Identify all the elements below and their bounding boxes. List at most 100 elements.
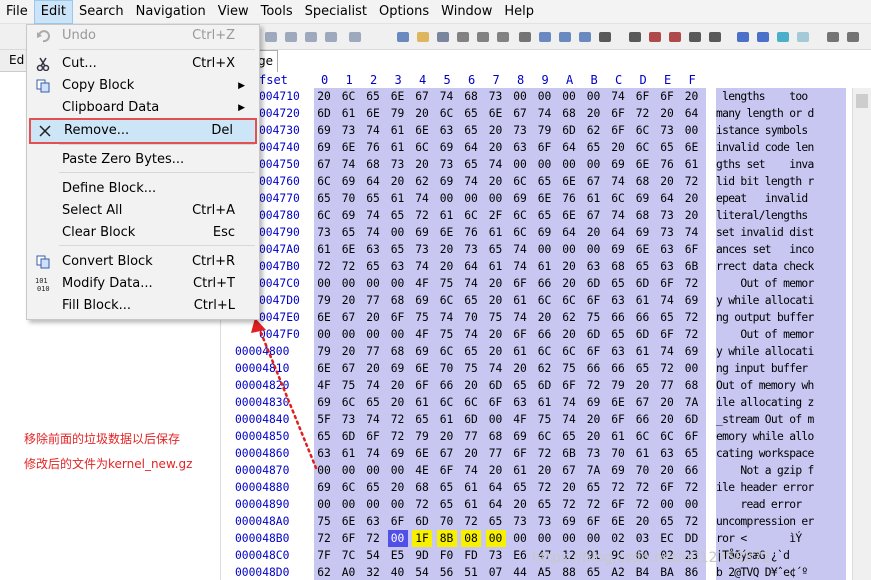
hex-byte[interactable]: 20 (314, 88, 334, 105)
hex-byte[interactable]: 65 (559, 428, 579, 445)
hex-byte[interactable]: 77 (657, 377, 677, 394)
hex-byte[interactable]: 75 (461, 360, 481, 377)
hex-byte[interactable]: 6D (314, 105, 334, 122)
menu-specialist[interactable]: Specialist (299, 0, 373, 24)
hex-byte[interactable]: 63 (584, 258, 604, 275)
hex-byte[interactable]: 66 (437, 377, 457, 394)
hex-byte[interactable]: 20 (363, 309, 383, 326)
hex-byte[interactable]: 61 (633, 343, 653, 360)
hex-byte[interactable]: 00 (535, 530, 555, 547)
hex-byte[interactable]: 69 (682, 292, 702, 309)
hex-byte[interactable]: 65 (363, 88, 383, 105)
hex-byte[interactable]: 6C (657, 428, 677, 445)
hex-byte[interactable]: 73 (412, 241, 432, 258)
hex-byte[interactable]: E5 (388, 547, 408, 564)
hex-byte[interactable]: 00 (387, 530, 408, 547)
hex-byte[interactable]: 6F (584, 292, 604, 309)
hex-byte[interactable]: 74 (559, 394, 579, 411)
hex-byte[interactable]: 63 (657, 241, 677, 258)
hex-byte[interactable]: 40 (388, 564, 408, 580)
hex-bytes[interactable]: 69 6C 65 20 61 6C 6C 6F 63 61 74 69 6E 67 20 7A (314, 394, 706, 411)
hex-byte[interactable]: 6C (314, 207, 334, 224)
menu-navigation[interactable]: Navigation (130, 0, 212, 24)
hex-byte[interactable]: 00 (339, 275, 359, 292)
hex-byte[interactable]: 61 (388, 139, 408, 156)
hex-byte[interactable]: 74 (363, 445, 383, 462)
ascii-text[interactable]: rrect data check (716, 258, 846, 275)
hex-byte[interactable]: 6C (633, 139, 653, 156)
hex-byte[interactable]: 65 (510, 479, 530, 496)
hex-byte[interactable]: 6F (412, 377, 432, 394)
hex-byte[interactable]: BA (657, 564, 677, 580)
hex-byte[interactable]: 88 (559, 564, 579, 580)
menu-item-select-all[interactable]: Select All Ctrl+A (29, 200, 257, 222)
hex-byte[interactable]: 72 (535, 479, 555, 496)
hex-byte[interactable]: 6F (608, 105, 628, 122)
hex-byte[interactable]: 69 (608, 156, 628, 173)
hex-byte[interactable]: 20 (559, 479, 579, 496)
hex-byte[interactable]: 72 (388, 428, 408, 445)
hex-byte[interactable]: 72 (559, 496, 579, 513)
hex-byte[interactable]: 6E (682, 139, 702, 156)
hex-byte[interactable]: 65 (461, 156, 481, 173)
hex-bytes[interactable]: 6C 69 74 65 72 61 6C 2F 6C 65 6E 67 74 68 73 20 (314, 207, 706, 224)
hex-byte[interactable]: 69 (633, 224, 653, 241)
ascii-text[interactable]: Not a gzip f (716, 462, 846, 479)
hex-byte[interactable]: 69 (314, 479, 334, 496)
hex-byte[interactable]: 20 (510, 360, 530, 377)
hex-byte[interactable]: 76 (461, 224, 481, 241)
menu-item-fill-block[interactable]: Fill Block... Ctrl+L (29, 295, 257, 317)
hex-byte[interactable]: 00 (535, 88, 555, 105)
binary-tb-icon[interactable] (596, 28, 614, 46)
hex-byte[interactable]: 73 (510, 122, 530, 139)
hex-byte[interactable]: E6 (510, 547, 530, 564)
hex-byte[interactable]: 00 (682, 122, 702, 139)
hex-byte[interactable]: 56 (437, 564, 457, 580)
hex-byte[interactable]: 70 (608, 445, 628, 462)
hex-byte[interactable]: 20 (388, 173, 408, 190)
hex-byte[interactable]: 73 (314, 224, 334, 241)
hex-byte[interactable]: A5 (535, 564, 555, 580)
hex-byte[interactable]: 74 (461, 173, 481, 190)
hex-byte[interactable]: 65 (608, 275, 628, 292)
hex-byte[interactable]: 72 (682, 326, 702, 343)
hex-byte[interactable]: 7A (682, 394, 702, 411)
hex-byte[interactable]: 6F (510, 445, 530, 462)
hex-bytes[interactable]: 69 73 74 61 6E 63 65 20 73 79 6D 62 6F 6C 73 00 (314, 122, 706, 139)
hex-byte[interactable]: 68 (608, 258, 628, 275)
hex-byte[interactable]: 6D (633, 326, 653, 343)
hex-bytes[interactable]: 6E 67 20 6F 75 74 70 75 74 20 62 75 66 66 65 72 (314, 309, 706, 326)
hex-byte[interactable]: 65 (461, 105, 481, 122)
hex-byte[interactable]: 6E (314, 360, 334, 377)
hex-byte[interactable]: 73 (486, 547, 506, 564)
hex-byte[interactable]: 7A (584, 462, 604, 479)
hex-byte[interactable]: 20 (388, 377, 408, 394)
hex-byte[interactable]: 51 (461, 564, 481, 580)
hex-byte[interactable]: 6C (633, 428, 653, 445)
hex-byte[interactable]: 6E (363, 105, 383, 122)
hex-byte[interactable]: 20 (486, 122, 506, 139)
hex-byte[interactable]: 70 (437, 513, 457, 530)
hex-byte[interactable]: 65 (633, 360, 653, 377)
hex-byte[interactable]: 72 (633, 105, 653, 122)
hex-byte[interactable]: 54 (412, 564, 432, 580)
hex-byte[interactable]: 77 (486, 445, 506, 462)
hex-byte[interactable]: 72 (584, 496, 604, 513)
hex-byte[interactable]: 6F (535, 139, 555, 156)
hex-byte[interactable]: 6C (412, 139, 432, 156)
hex-byte[interactable]: 6D (559, 122, 579, 139)
hex-bytes[interactable]: 65 6D 6F 72 79 20 77 68 69 6C 65 20 61 6C 6C 6F (314, 428, 706, 445)
hex-byte[interactable]: 72 (657, 360, 677, 377)
hex-byte[interactable]: 79 (608, 377, 628, 394)
hex-byte[interactable]: 6E (559, 207, 579, 224)
hex-byte[interactable]: 6D (461, 411, 481, 428)
hex-byte[interactable]: 65 (657, 309, 677, 326)
hex-byte[interactable]: 00 (339, 462, 359, 479)
ascii-text[interactable]: literal/lengths (716, 207, 846, 224)
hex-bytes[interactable]: 4F 75 74 20 6F 66 20 6D 65 6D 6F 72 79 20 77 68 (314, 377, 706, 394)
hex-byte[interactable]: 6C (510, 224, 530, 241)
hex-byte[interactable]: 61 (608, 428, 628, 445)
hex-byte[interactable]: 20 (657, 105, 677, 122)
hex-byte[interactable]: 32 (363, 564, 383, 580)
hex-byte[interactable]: 72 (535, 445, 555, 462)
